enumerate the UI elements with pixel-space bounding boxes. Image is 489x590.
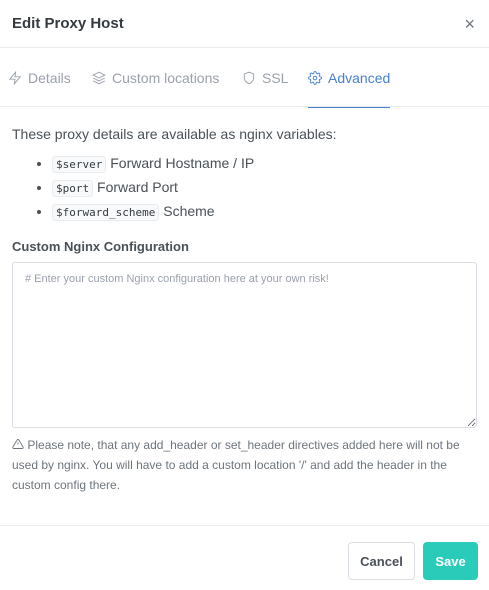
modal-footer: Cancel Save: [0, 525, 489, 590]
modal-title: Edit Proxy Host: [12, 15, 124, 32]
config-warning-note: Please note, that any add_header or set_…: [12, 435, 477, 495]
tab-label: Custom locations: [112, 70, 220, 86]
tab-details[interactable]: Details: [8, 49, 71, 107]
shield-icon: [243, 71, 255, 85]
tab-label: Advanced: [328, 70, 391, 86]
variable-code: $port: [52, 180, 94, 197]
variables-intro: These proxy details are available as ngi…: [12, 126, 337, 142]
cancel-button[interactable]: Cancel: [348, 542, 415, 580]
save-button[interactable]: Save: [423, 542, 478, 580]
warning-icon: [12, 439, 24, 449]
gear-icon: [308, 71, 322, 85]
variable-list: $server Forward Hostname / IP $port Forw…: [12, 154, 477, 222]
tab-label: Details: [28, 70, 71, 86]
custom-nginx-config-textarea[interactable]: [12, 262, 477, 428]
list-item: $port Forward Port: [52, 178, 477, 198]
tab-custom-locations[interactable]: Custom locations: [92, 49, 219, 107]
close-icon[interactable]: ×: [464, 15, 475, 33]
modal-header: Edit Proxy Host ×: [0, 0, 489, 48]
tab-advanced[interactable]: Advanced: [308, 49, 391, 108]
list-item: $server Forward Hostname / IP: [52, 154, 477, 174]
tab-label: SSL: [262, 70, 289, 86]
variable-description: Forward Hostname / IP: [110, 155, 255, 171]
list-item: $forward_scheme Scheme: [52, 202, 477, 222]
warning-text: Please note, that any add_header or set_…: [12, 438, 460, 492]
layers-icon: [92, 71, 106, 85]
tab-bar: Details Custom locations SSL Advanced: [0, 49, 489, 108]
variable-code: $forward_scheme: [52, 204, 160, 221]
custom-nginx-config-label: Custom Nginx Configuration: [12, 239, 189, 254]
variable-description: Forward Port: [97, 179, 178, 195]
tab-ssl[interactable]: SSL: [242, 49, 288, 107]
edit-proxy-host-modal: Edit Proxy Host × Details Custom locatio…: [0, 0, 489, 590]
variable-code: $server: [52, 156, 107, 173]
advanced-tab-content: These proxy details are available as ngi…: [12, 107, 477, 495]
variable-description: Scheme: [163, 203, 215, 219]
bolt-icon: [8, 71, 22, 85]
